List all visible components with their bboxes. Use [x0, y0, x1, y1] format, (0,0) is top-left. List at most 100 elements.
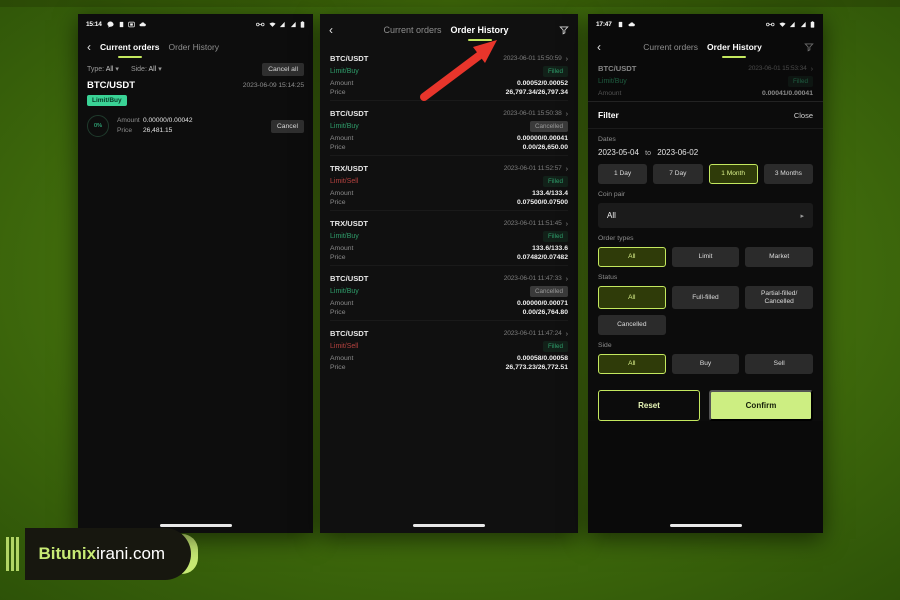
tab-order-history[interactable]: Order History: [451, 25, 509, 36]
tab-order-history[interactable]: Order History: [707, 42, 762, 53]
cancel-all-button[interactable]: Cancel all: [262, 62, 304, 76]
filter-chip-sell[interactable]: Sell: [745, 354, 814, 375]
order-history-item[interactable]: TRX/USDT 2023-06-01 11:52:57 › Limit/Sell Fi…: [330, 155, 568, 210]
cancel-order-button[interactable]: Cancel: [270, 119, 304, 133]
wifi-icon: [778, 21, 786, 27]
tab-order-history[interactable]: Order History: [169, 42, 220, 53]
filter-chip-3-months[interactable]: 3 Months: [763, 164, 813, 184]
side-chips: All Buy Sell: [598, 354, 814, 375]
side-filter-value: All: [148, 66, 157, 73]
order-date: 2023-06-01 11:52:57 ›: [503, 164, 569, 173]
filter-chip-partial-filled-cancelled[interactable]: Partial-filled/ Cancelled: [745, 286, 813, 310]
order-side: Limit/Buy: [330, 288, 359, 295]
order-date: 2023-06-01 11:47:33 ›: [503, 274, 569, 283]
order-history-peek: BTC/USDT 2023-06-01 15:53:34 › Limit/Buy …: [588, 60, 823, 101]
filter-chip-full-filled[interactable]: Full-filled: [671, 286, 740, 310]
order-pair: TRX/USDT: [330, 219, 368, 228]
filter-chip-1-day[interactable]: 1 Day: [598, 164, 648, 184]
filter-chip-7-day[interactable]: 7 Day: [653, 164, 703, 184]
amount-label: Amount: [598, 90, 622, 97]
coin-pair-select[interactable]: All ▸: [598, 203, 813, 228]
filter-sheet: Filter Close Dates 2023-05-04 to 2023-06…: [588, 101, 823, 422]
status-chips: All Full-filled Partial-filled/ Cancelled C…: [598, 286, 813, 336]
tab-current-orders[interactable]: Current orders: [100, 42, 160, 53]
filter-sheet-header: Filter Close: [588, 101, 823, 129]
close-filter-button[interactable]: Close: [794, 111, 813, 120]
side-section: Side All Buy Sell: [588, 335, 823, 375]
filter-chip-cancelled[interactable]: Cancelled: [598, 315, 666, 336]
back-icon[interactable]: ‹: [329, 24, 333, 36]
battery-icon: [300, 20, 305, 28]
chevron-right-icon: ›: [810, 64, 814, 73]
order-history-item[interactable]: BTC/USDT 2023-06-01 11:47:33 › Limit/Buy Can…: [330, 265, 568, 320]
chevron-right-icon: ›: [565, 109, 569, 118]
price-value: 0.00/26,764.80: [522, 309, 568, 316]
top-edge-strip: [0, 0, 900, 7]
date-from[interactable]: 2023-05-04: [598, 148, 639, 157]
order-status-badge: Cancelled: [529, 121, 568, 132]
watermark-bars: [0, 537, 25, 571]
order-status-badge: Filled: [542, 176, 568, 187]
price-label: Price: [330, 89, 346, 96]
watermark-text: Bitunixirani.com: [39, 544, 166, 564]
type-filter[interactable]: Type: All ▾: [87, 65, 119, 73]
filter-funnel-icon[interactable]: [804, 42, 814, 52]
order-details: Amount 0.00000/0.00042 Price 26,481.15: [117, 116, 263, 135]
header-tabs: ‹ Current orders Order History: [320, 14, 578, 46]
order-history-item[interactable]: BTC/USDT 2023-06-01 11:47:24 › Limit/Sell Fi…: [330, 320, 568, 375]
filter-chip-market[interactable]: Market: [745, 247, 814, 267]
phone-panel-current-orders: 15:14 ‹ Current orders Order History Typ…: [78, 14, 313, 533]
phone-panel-filter-sheet: 17:47 ‹ Current orders Order History BTC…: [588, 14, 823, 533]
tab-current-orders[interactable]: Current orders: [383, 25, 441, 36]
status-label: Status: [598, 274, 618, 281]
order-history-item[interactable]: BTC/USDT 2023-06-01 15:50:59 › Limit/Buy Fil…: [330, 46, 568, 100]
coin-pair-section: Coin pair All ▸: [588, 184, 823, 228]
filter-chip-all[interactable]: All: [598, 247, 666, 267]
back-icon[interactable]: ‹: [597, 41, 601, 53]
filter-title: Filter: [598, 110, 619, 120]
filter-funnel-icon[interactable]: [559, 25, 569, 35]
price-value: 26,773.23/26,772.51: [505, 364, 568, 371]
price-label: Price: [330, 364, 346, 371]
header-tabs: ‹ Current orders Order History: [78, 34, 313, 60]
filter-chip-limit[interactable]: Limit: [671, 247, 740, 267]
order-pair-row: BTC/USDT 2023-06-09 15:14:25: [78, 78, 313, 91]
order-status-badge: Filled: [542, 231, 568, 242]
filter-chip-all[interactable]: All: [598, 286, 666, 310]
chevron-right-icon: ›: [565, 274, 569, 283]
amount-label: Amount: [330, 190, 354, 197]
reset-button[interactable]: Reset: [598, 390, 700, 422]
tab-current-orders[interactable]: Current orders: [643, 42, 698, 53]
date-range[interactable]: 2023-05-04 to 2023-06-02: [598, 148, 813, 157]
filter-chip-buy[interactable]: Buy: [671, 354, 740, 375]
coin-pair-label: Coin pair: [598, 191, 626, 198]
watermark-brand: Bitunix: [38, 544, 97, 563]
vpn-key-icon: [256, 22, 265, 26]
price-label: Price: [117, 127, 133, 134]
filter-chip-all[interactable]: All: [598, 354, 666, 375]
chevron-right-icon: ›: [565, 54, 569, 63]
order-history-item[interactable]: TRX/USDT 2023-06-01 11:51:45 › Limit/Buy Fil…: [330, 210, 568, 265]
status-time: 15:14: [86, 20, 102, 28]
order-history-item[interactable]: BTC/USDT 2023-06-01 15:50:38 › Limit/Buy Can…: [330, 100, 568, 155]
watermark: Bitunixirani.com: [0, 528, 198, 580]
chevron-down-icon: ▾: [158, 66, 162, 73]
status-time: 17:47: [596, 20, 612, 28]
filter-chip-1-month[interactable]: 1 Month: [708, 164, 758, 184]
watermark-plate: Bitunixirani.com: [24, 528, 198, 580]
amount-value: 133.4/133.4: [532, 190, 568, 197]
back-icon[interactable]: ‹: [87, 41, 91, 53]
amount-value: 133.6/133.6: [532, 245, 568, 252]
order-type-badge: Limit/Buy: [87, 95, 127, 106]
order-status-badge: Filled: [542, 341, 568, 352]
order-date: 2023-06-09 15:14:25: [242, 82, 304, 89]
side-filter[interactable]: Side: All ▾: [131, 65, 162, 73]
confirm-button[interactable]: Confirm: [709, 390, 813, 422]
battery-icon: [810, 20, 815, 28]
order-side: Limit/Sell: [330, 178, 359, 185]
order-card: 0% Amount 0.00000/0.00042 Price 26,481.15 …: [78, 106, 313, 137]
amount-label: Amount: [330, 245, 354, 252]
order-pair: BTC/USDT: [330, 54, 369, 63]
chevron-right-icon: ›: [565, 164, 569, 173]
date-to[interactable]: 2023-06-02: [657, 148, 698, 157]
